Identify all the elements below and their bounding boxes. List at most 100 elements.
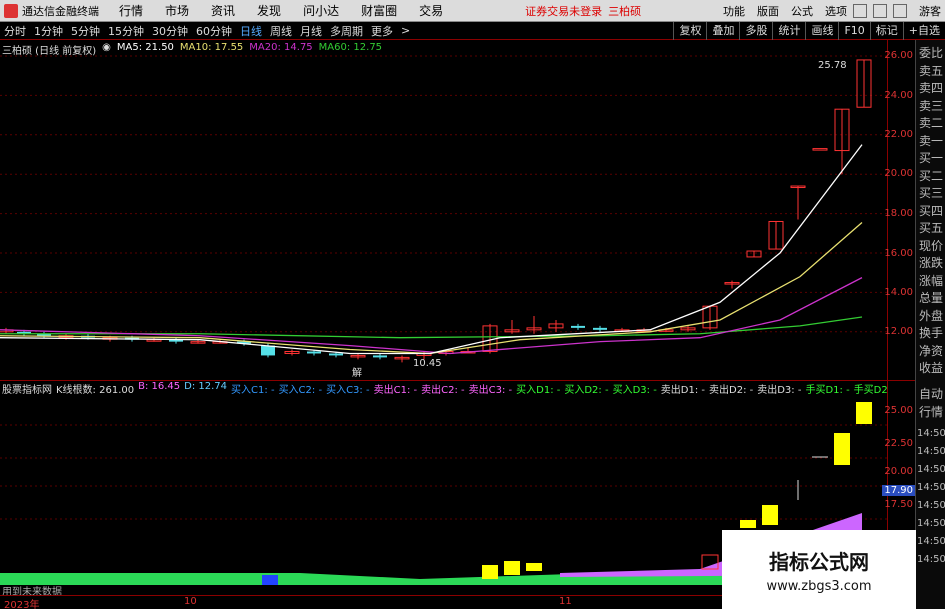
indicator-bar	[526, 563, 542, 571]
period-1min[interactable]: 1分钟	[30, 23, 67, 39]
quote-label[interactable]: 现价	[919, 237, 943, 254]
quote-label[interactable]: 收益	[919, 359, 943, 376]
ind-legend-item: 股票指标网	[2, 385, 52, 395]
price-tick: 16.00	[884, 248, 913, 259]
indicator-bar	[504, 561, 520, 575]
low-mark: 解	[352, 366, 362, 379]
quote-label[interactable]: 自动	[919, 385, 943, 402]
period-30min[interactable]: 30分钟	[148, 23, 192, 39]
quote-label[interactable]: 外盘	[919, 307, 943, 324]
menu-layout[interactable]: 版面	[757, 3, 779, 19]
quote-label[interactable]: 买四	[919, 202, 943, 219]
price-tick: 26.00	[884, 50, 913, 61]
high-label: 25.78	[818, 60, 847, 71]
period-monthly[interactable]: 月线	[296, 23, 326, 39]
ind-legend-item: 买入C3: -	[326, 385, 370, 395]
quote-label[interactable]: 涨幅	[919, 272, 943, 289]
quote-label[interactable]: 买三	[919, 184, 943, 201]
quote-label[interactable]: 买二	[919, 167, 943, 184]
title-bar: 通达信金融终端 行情 市场 资讯 发现 问小达 财富圈 交易 证券交易未登录 三…	[0, 0, 945, 22]
period-60min[interactable]: 60分钟	[192, 23, 236, 39]
quote-time: 14:50	[917, 554, 945, 565]
quote-label[interactable]: 委比	[919, 44, 943, 61]
candle-body	[373, 355, 387, 358]
candle-body	[329, 353, 343, 356]
add-watchlist-button[interactable]: +自选	[902, 22, 945, 40]
quote-label[interactable]: 卖四	[919, 79, 943, 96]
app-name: 通达信金融终端	[22, 4, 99, 18]
quote-time: 14:50	[917, 482, 945, 493]
multi-stock-button[interactable]: 多股	[739, 22, 772, 40]
indicator-bar	[262, 575, 278, 585]
low-label: 10.45	[413, 358, 442, 369]
quote-label[interactable]: 买一	[919, 149, 943, 166]
menu-ask[interactable]: 问小达	[303, 2, 339, 19]
ind-legend-item: 卖出D1: -	[660, 385, 706, 395]
period-more[interactable]: 更多	[367, 23, 397, 39]
maximize-icon[interactable]	[873, 4, 887, 18]
f10-button[interactable]: F10	[838, 22, 869, 40]
menu-options[interactable]: 选项	[825, 3, 847, 19]
quote-label[interactable]: 净资	[919, 342, 943, 359]
menu-function[interactable]: 功能	[723, 3, 745, 19]
ind-legend-item: 手买D1: -	[805, 385, 850, 395]
indicator-legend: 股票指标网 K线根数: 261.00 B: 16.45 D: 12.74 买入C1: -…	[2, 381, 887, 395]
candlestick-chart[interactable]: 25.78 10.45 解	[0, 40, 887, 380]
period-daily[interactable]: 日线	[236, 23, 266, 39]
login-alert[interactable]: 证券交易未登录	[525, 3, 602, 19]
mark-button[interactable]: 标记	[869, 22, 903, 40]
period-weekly[interactable]: 周线	[266, 23, 296, 39]
ind-current-value: 17.90	[882, 485, 915, 496]
price-tick: 12.00	[884, 326, 913, 337]
quote-label[interactable]: 卖一	[919, 132, 943, 149]
ind-tick: 25.00	[884, 405, 913, 416]
ind-legend-item: 卖出D3: -	[757, 385, 802, 395]
date-tick: 11	[559, 596, 572, 607]
quote-label[interactable]: 行情	[919, 403, 943, 420]
period-15min[interactable]: 15分钟	[104, 23, 148, 39]
watermark: 指标公式网 www.zbgs3.com	[722, 530, 916, 609]
candle-body	[571, 325, 585, 328]
ind-legend-item: 买入C2: -	[278, 385, 323, 395]
watermark-url: www.zbgs3.com	[766, 578, 872, 594]
period-tick[interactable]: 分时	[0, 23, 30, 39]
toolbar-right: 复权 叠加 多股 统计 画线 F10 标记 +自选	[673, 22, 945, 40]
price-tick: 20.00	[884, 168, 913, 179]
quote-label[interactable]: 买五	[919, 219, 943, 236]
stats-button[interactable]: 统计	[772, 22, 805, 40]
quote-label[interactable]: 卖二	[919, 114, 943, 131]
menu-quotes[interactable]: 行情	[119, 2, 143, 19]
candle-body	[593, 327, 607, 330]
ind-legend-item: D: 12.74	[184, 381, 228, 392]
quote-label[interactable]: 换手	[919, 324, 943, 341]
price-tick: 18.00	[884, 208, 913, 219]
quote-label[interactable]: 总量	[919, 289, 943, 306]
chevron-right-icon[interactable]: >	[397, 24, 414, 37]
menu-news[interactable]: 资讯	[211, 2, 235, 19]
menu-wealth[interactable]: 财富圈	[361, 2, 397, 19]
menu-trade[interactable]: 交易	[419, 2, 443, 19]
quote-label[interactable]: 卖三	[919, 97, 943, 114]
period-5min[interactable]: 5分钟	[67, 23, 104, 39]
close-icon[interactable]	[893, 4, 907, 18]
draw-button[interactable]: 画线	[805, 22, 838, 40]
app-logo-icon	[4, 3, 18, 18]
adjust-button[interactable]: 复权	[673, 22, 706, 40]
quote-label[interactable]: 涨跌	[919, 254, 943, 271]
minimize-icon[interactable]	[853, 4, 867, 18]
date-tick: 10	[184, 596, 197, 607]
quote-label[interactable]: 卖五	[919, 62, 943, 79]
menu-formula[interactable]: 公式	[791, 3, 813, 19]
period-multi[interactable]: 多周期	[326, 23, 367, 39]
date-tick: 2023年	[4, 600, 40, 609]
menu-discover[interactable]: 发现	[257, 2, 281, 19]
menu-market[interactable]: 市场	[165, 2, 189, 19]
price-axis: 26.00 24.00 22.00 20.00 18.00 16.00 14.0…	[884, 40, 915, 380]
ind-legend-item: 买入D1: -	[516, 385, 561, 395]
watermark-title: 指标公式网	[769, 549, 869, 574]
user-label[interactable]: 游客	[919, 3, 941, 19]
overlay-button[interactable]: 叠加	[706, 22, 739, 40]
ind-tick: 22.50	[884, 438, 913, 449]
ind-legend-item: 卖出C2: -	[421, 385, 465, 395]
ind-legend-item: 卖出C3: -	[468, 385, 513, 395]
